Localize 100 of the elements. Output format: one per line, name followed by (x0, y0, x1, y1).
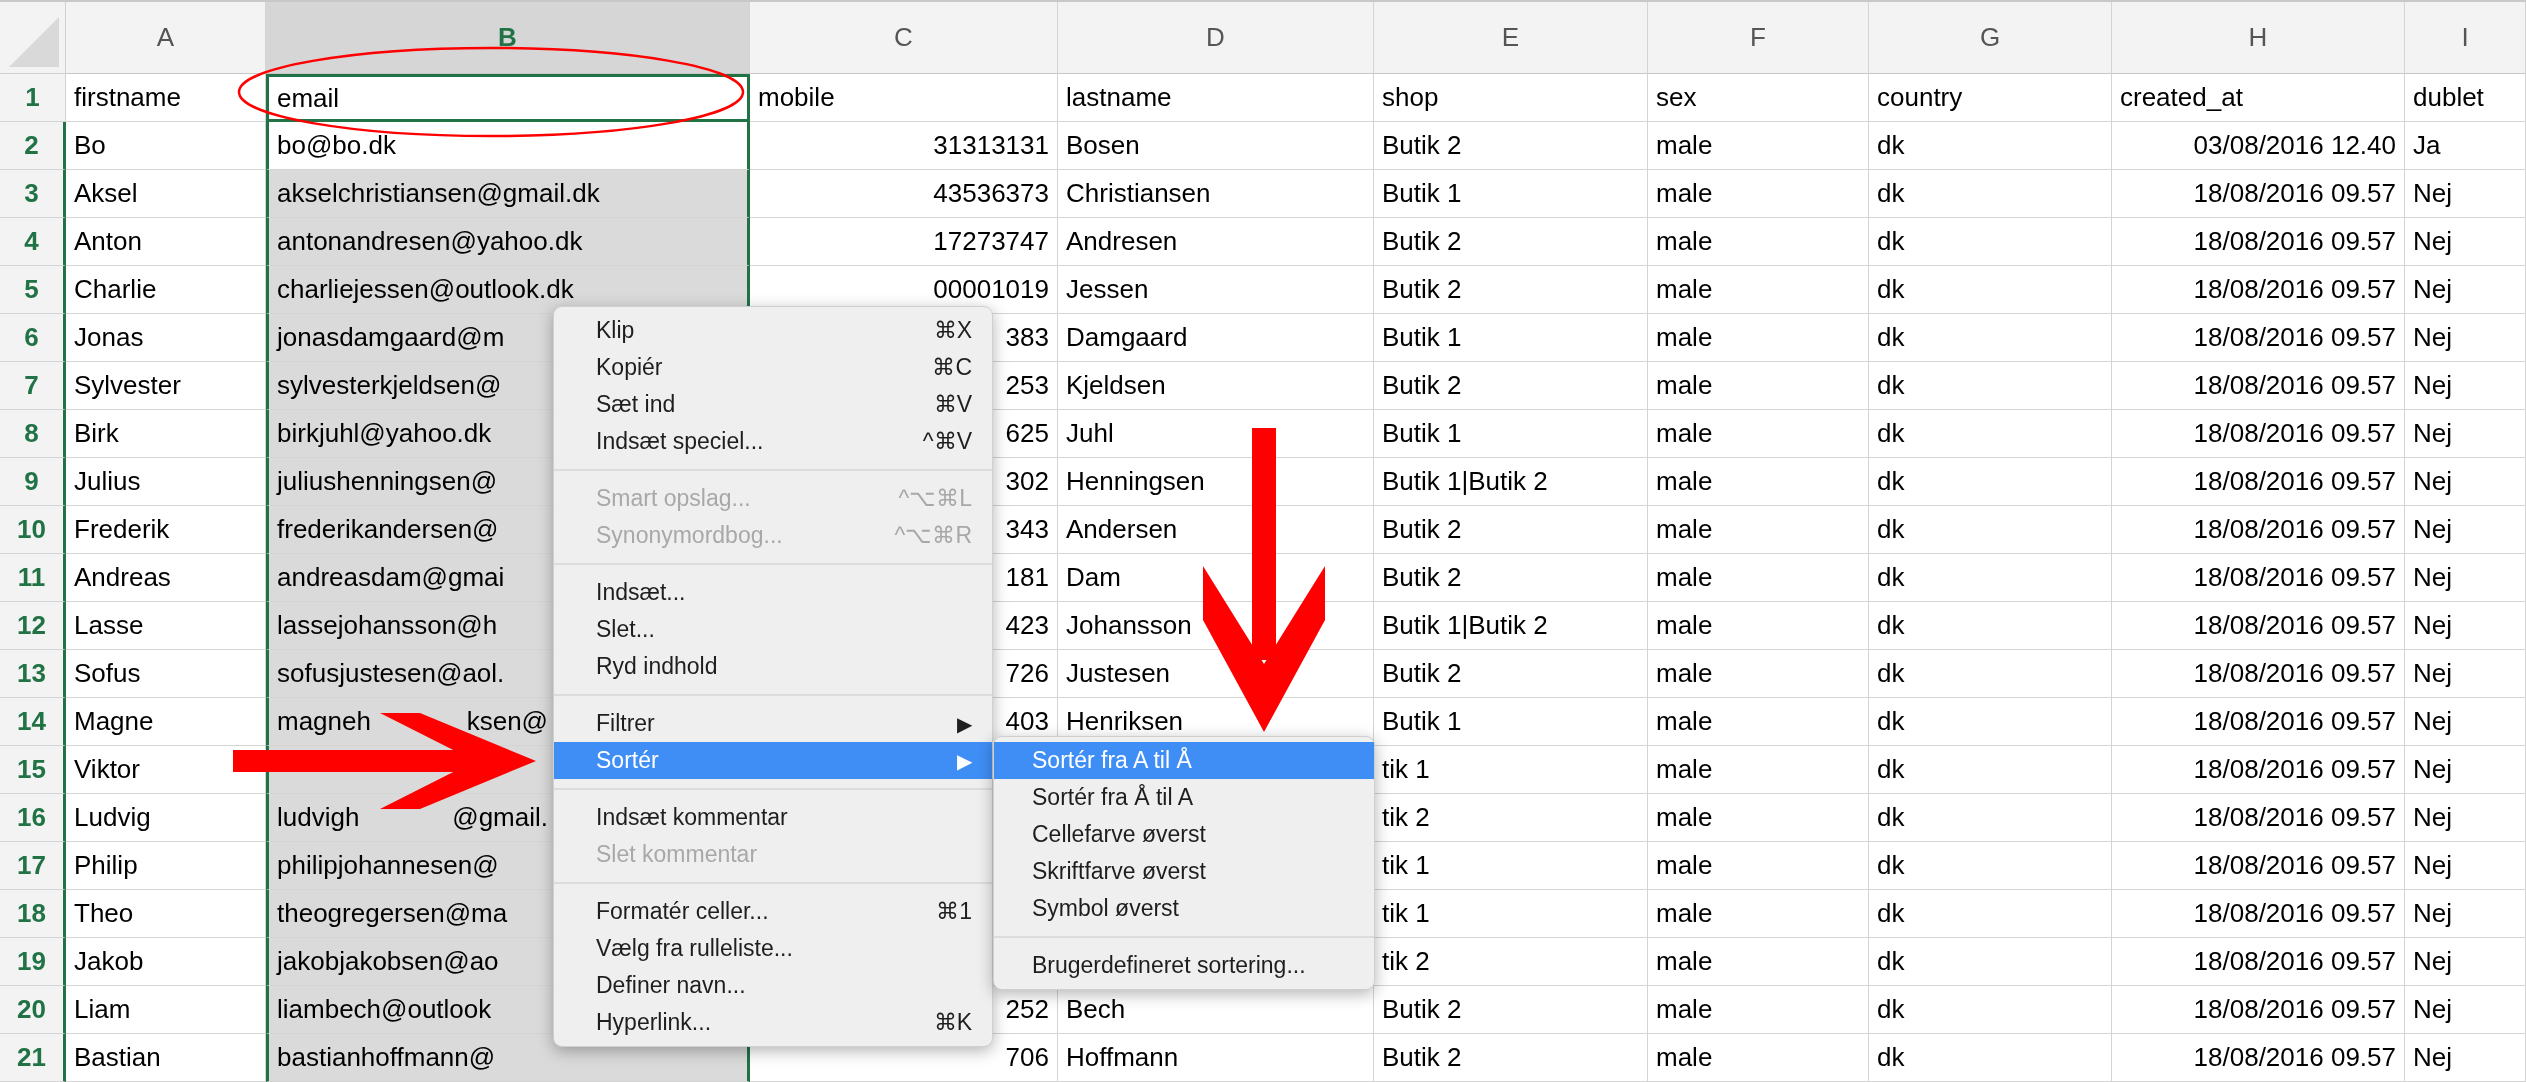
row-header[interactable]: 4 (0, 218, 66, 266)
table-cell: shop (1374, 74, 1648, 122)
table-cell: male (1648, 554, 1869, 602)
table-cell: Nej (2405, 362, 2526, 410)
table-cell: Nej (2405, 698, 2526, 746)
row-header[interactable]: 19 (0, 938, 66, 986)
table-cell: dk (1869, 602, 2112, 650)
table-cell: 18/08/2016 09.57 (2112, 602, 2405, 650)
table-cell: sex (1648, 74, 1869, 122)
column-header[interactable]: B (266, 2, 750, 74)
table-cell: dk (1869, 362, 2112, 410)
table-cell: 18/08/2016 09.57 (2112, 890, 2405, 938)
table-cell: created_at (2112, 74, 2405, 122)
cell-text: ksen@ (466, 706, 548, 737)
table-cell: Nej (2405, 1034, 2526, 1082)
table-cell: male (1648, 410, 1869, 458)
table-cell: Butik 1 (1374, 698, 1648, 746)
table-cell: 18/08/2016 09.57 (2112, 266, 2405, 314)
table-cell: dublet (2405, 74, 2526, 122)
table-cell: Nej (2405, 650, 2526, 698)
row-header[interactable]: 14 (0, 698, 66, 746)
table-cell: Nej (2405, 170, 2526, 218)
row-header[interactable]: 15 (0, 746, 66, 794)
table-cell: Andresen (1058, 218, 1374, 266)
row-header[interactable]: 20 (0, 986, 66, 1034)
table-cell: Nej (2405, 458, 2526, 506)
row-header[interactable]: 7 (0, 362, 66, 410)
table-cell: Bosen (1058, 122, 1374, 170)
row-header[interactable]: 3 (0, 170, 66, 218)
table-cell: Butik 2 (1374, 554, 1648, 602)
table-cell: 18/08/2016 09.57 (2112, 794, 2405, 842)
column-header[interactable]: I (2405, 2, 2526, 74)
menu-item[interactable]: Sortér fra A til Å (994, 742, 1374, 779)
table-cell: Nej (2405, 890, 2526, 938)
table-cell: Butik 1|Butik 2 (1374, 458, 1648, 506)
menu-item[interactable]: Skriftfarve øverst (994, 853, 1374, 890)
column-header[interactable]: F (1648, 2, 1869, 74)
table-cell: Butik 2 (1374, 986, 1648, 1034)
row-header[interactable]: 6 (0, 314, 66, 362)
row-header[interactable]: 16 (0, 794, 66, 842)
row-header[interactable]: 2 (0, 122, 66, 170)
menu-item[interactable]: Symbol øverst (994, 890, 1374, 927)
row-header[interactable]: 8 (0, 410, 66, 458)
row-header[interactable]: 13 (0, 650, 66, 698)
table-cell: male (1648, 218, 1869, 266)
table-cell: 03/08/2016 12.40 (2112, 122, 2405, 170)
table-cell: Nej (2405, 410, 2526, 458)
menu-item[interactable]: Indsæt kommentar (554, 799, 992, 836)
row-header[interactable]: 9 (0, 458, 66, 506)
table-cell: 18/08/2016 09.57 (2112, 314, 2405, 362)
table-cell: 18/08/2016 09.57 (2112, 746, 2405, 794)
table-cell: 18/08/2016 09.57 (2112, 506, 2405, 554)
menu-item[interactable]: Cellefarve øverst (994, 816, 1374, 853)
table-cell: dk (1869, 746, 2112, 794)
table-cell: male (1648, 122, 1869, 170)
table-cell: male (1648, 938, 1869, 986)
column-header[interactable]: H (2112, 2, 2405, 74)
table-cell: 17273747 (750, 218, 1058, 266)
table-cell: Nej (2405, 794, 2526, 842)
column-header[interactable]: C (750, 2, 1058, 74)
row-header[interactable]: 1 (0, 74, 66, 122)
row-header[interactable]: 5 (0, 266, 66, 314)
table-cell: 43536373 (750, 170, 1058, 218)
row-header[interactable]: 12 (0, 602, 66, 650)
select-all-icon[interactable] (9, 17, 59, 67)
table-cell: dk (1869, 266, 2112, 314)
table-cell: Butik 2 (1374, 218, 1648, 266)
table-cell: dk (1869, 506, 2112, 554)
table-cell: Butik 1 (1374, 410, 1648, 458)
table-cell: male (1648, 1034, 1869, 1082)
table-cell: 18/08/2016 09.57 (2112, 218, 2405, 266)
table-cell: male (1648, 794, 1869, 842)
column-header[interactable]: D (1058, 2, 1374, 74)
column-header[interactable]: G (1869, 2, 2112, 74)
table-cell: Butik 2 (1374, 650, 1648, 698)
row-header[interactable]: 18 (0, 890, 66, 938)
table-cell: Butik 1 (1374, 170, 1648, 218)
table-cell: Butik 2 (1374, 266, 1648, 314)
table-cell: dk (1869, 410, 2112, 458)
column-header[interactable]: A (66, 2, 266, 74)
menu-item[interactable]: Brugerdefineret sortering... (994, 947, 1374, 984)
column-header[interactable]: E (1374, 2, 1648, 74)
row-header[interactable]: 17 (0, 842, 66, 890)
table-cell: male (1648, 506, 1869, 554)
menu-item[interactable]: Sortér fra Å til A (994, 779, 1374, 816)
table-cell: email (266, 74, 750, 122)
row-header[interactable]: 10 (0, 506, 66, 554)
table-cell: mobile (750, 74, 1058, 122)
table-cell: male (1648, 842, 1869, 890)
row-header[interactable]: 11 (0, 554, 66, 602)
row-header[interactable]: 21 (0, 1034, 66, 1082)
menu-item[interactable]: Sortér ▶ (554, 742, 992, 779)
table-cell: charliejessen@outlook.dk (266, 266, 750, 314)
table-cell: Christiansen (1058, 170, 1374, 218)
table-cell: antonandresen@yahoo.dk (266, 218, 750, 266)
table-cell: 31313131 (750, 122, 1058, 170)
cell-text: @gmail. (452, 802, 548, 833)
table-cell: firstname (66, 74, 266, 122)
table-cell: 18/08/2016 09.57 (2112, 170, 2405, 218)
table-cell: dk (1869, 122, 2112, 170)
